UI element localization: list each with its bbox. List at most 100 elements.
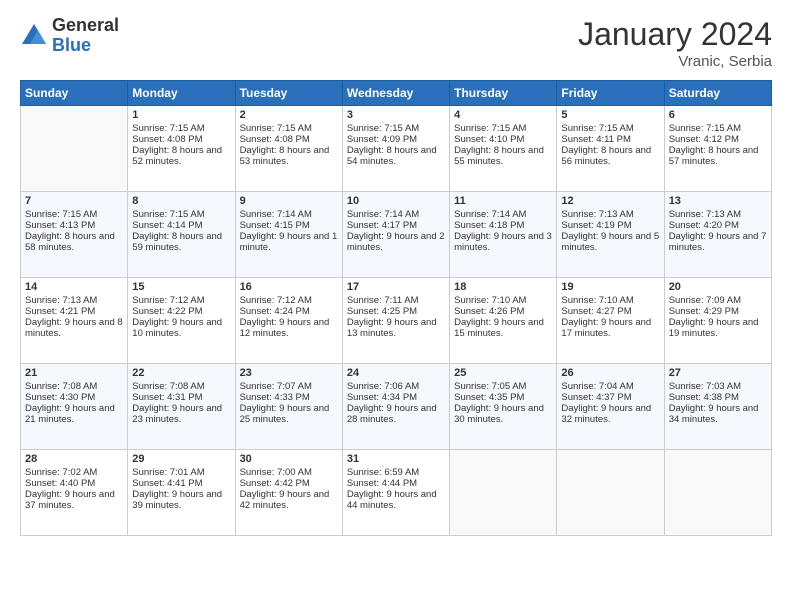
sunset-text: Sunset: 4:37 PM: [561, 392, 631, 403]
sunrise-text: Sunrise: 7:01 AM: [132, 467, 204, 478]
daylight-text: Daylight: 9 hours and 10 minutes.: [132, 317, 222, 339]
daylight-text: Daylight: 8 hours and 57 minutes.: [669, 145, 759, 167]
table-row: 31Sunrise: 6:59 AMSunset: 4:44 PMDayligh…: [342, 450, 449, 536]
day-number: 16: [240, 281, 338, 293]
table-row: 16Sunrise: 7:12 AMSunset: 4:24 PMDayligh…: [235, 278, 342, 364]
sunset-text: Sunset: 4:27 PM: [561, 306, 631, 317]
day-number: 4: [454, 109, 552, 121]
sunrise-text: Sunrise: 7:14 AM: [454, 209, 526, 220]
table-row: 6Sunrise: 7:15 AMSunset: 4:12 PMDaylight…: [664, 106, 771, 192]
header-tuesday: Tuesday: [235, 81, 342, 106]
sunrise-text: Sunrise: 7:15 AM: [25, 209, 97, 220]
day-number: 14: [25, 281, 123, 293]
table-row: 14Sunrise: 7:13 AMSunset: 4:21 PMDayligh…: [21, 278, 128, 364]
daylight-text: Daylight: 9 hours and 2 minutes.: [347, 231, 445, 253]
daylight-text: Daylight: 9 hours and 1 minute.: [240, 231, 338, 253]
header-sunday: Sunday: [21, 81, 128, 106]
sunrise-text: Sunrise: 7:13 AM: [669, 209, 741, 220]
sunset-text: Sunset: 4:10 PM: [454, 134, 524, 145]
daylight-text: Daylight: 9 hours and 13 minutes.: [347, 317, 437, 339]
sunrise-text: Sunrise: 7:02 AM: [25, 467, 97, 478]
table-row: 1Sunrise: 7:15 AMSunset: 4:08 PMDaylight…: [128, 106, 235, 192]
sunrise-text: Sunrise: 7:12 AM: [132, 295, 204, 306]
sunrise-text: Sunrise: 7:05 AM: [454, 381, 526, 392]
table-row: [664, 450, 771, 536]
day-number: 5: [561, 109, 659, 121]
sunset-text: Sunset: 4:40 PM: [25, 478, 95, 489]
table-row: 15Sunrise: 7:12 AMSunset: 4:22 PMDayligh…: [128, 278, 235, 364]
sunset-text: Sunset: 4:08 PM: [240, 134, 310, 145]
daylight-text: Daylight: 9 hours and 37 minutes.: [25, 489, 115, 511]
sunrise-text: Sunrise: 7:10 AM: [454, 295, 526, 306]
day-number: 11: [454, 195, 552, 207]
table-row: 3Sunrise: 7:15 AMSunset: 4:09 PMDaylight…: [342, 106, 449, 192]
daylight-text: Daylight: 8 hours and 56 minutes.: [561, 145, 651, 167]
sunset-text: Sunset: 4:35 PM: [454, 392, 524, 403]
sunset-text: Sunset: 4:38 PM: [669, 392, 739, 403]
sunset-text: Sunset: 4:26 PM: [454, 306, 524, 317]
sunrise-text: Sunrise: 6:59 AM: [347, 467, 419, 478]
table-row: 17Sunrise: 7:11 AMSunset: 4:25 PMDayligh…: [342, 278, 449, 364]
day-number: 6: [669, 109, 767, 121]
sunrise-text: Sunrise: 7:03 AM: [669, 381, 741, 392]
sunset-text: Sunset: 4:13 PM: [25, 220, 95, 231]
table-row: 22Sunrise: 7:08 AMSunset: 4:31 PMDayligh…: [128, 364, 235, 450]
table-row: 8Sunrise: 7:15 AMSunset: 4:14 PMDaylight…: [128, 192, 235, 278]
table-row: 18Sunrise: 7:10 AMSunset: 4:26 PMDayligh…: [450, 278, 557, 364]
sunrise-text: Sunrise: 7:08 AM: [25, 381, 97, 392]
daylight-text: Daylight: 9 hours and 39 minutes.: [132, 489, 222, 511]
sunset-text: Sunset: 4:17 PM: [347, 220, 417, 231]
day-number: 10: [347, 195, 445, 207]
sunrise-text: Sunrise: 7:14 AM: [347, 209, 419, 220]
sunset-text: Sunset: 4:30 PM: [25, 392, 95, 403]
day-number: 22: [132, 367, 230, 379]
sunrise-text: Sunrise: 7:13 AM: [25, 295, 97, 306]
sunset-text: Sunset: 4:44 PM: [347, 478, 417, 489]
table-row: [450, 450, 557, 536]
calendar-week-3: 14Sunrise: 7:13 AMSunset: 4:21 PMDayligh…: [21, 278, 772, 364]
sunset-text: Sunset: 4:34 PM: [347, 392, 417, 403]
header-friday: Friday: [557, 81, 664, 106]
sunset-text: Sunset: 4:20 PM: [669, 220, 739, 231]
table-row: 13Sunrise: 7:13 AMSunset: 4:20 PMDayligh…: [664, 192, 771, 278]
daylight-text: Daylight: 8 hours and 53 minutes.: [240, 145, 330, 167]
day-number: 12: [561, 195, 659, 207]
daylight-text: Daylight: 8 hours and 58 minutes.: [25, 231, 115, 253]
sunset-text: Sunset: 4:15 PM: [240, 220, 310, 231]
header: General Blue January 2024 Vranic, Serbia: [20, 16, 772, 70]
day-number: 2: [240, 109, 338, 121]
day-number: 29: [132, 453, 230, 465]
header-monday: Monday: [128, 81, 235, 106]
table-row: 21Sunrise: 7:08 AMSunset: 4:30 PMDayligh…: [21, 364, 128, 450]
sunrise-text: Sunrise: 7:15 AM: [347, 123, 419, 134]
day-number: 23: [240, 367, 338, 379]
daylight-text: Daylight: 9 hours and 3 minutes.: [454, 231, 552, 253]
calendar-table: Sunday Monday Tuesday Wednesday Thursday…: [20, 80, 772, 536]
table-row: 29Sunrise: 7:01 AMSunset: 4:41 PMDayligh…: [128, 450, 235, 536]
sunset-text: Sunset: 4:18 PM: [454, 220, 524, 231]
daylight-text: Daylight: 9 hours and 44 minutes.: [347, 489, 437, 511]
daylight-text: Daylight: 9 hours and 21 minutes.: [25, 403, 115, 425]
table-row: 27Sunrise: 7:03 AMSunset: 4:38 PMDayligh…: [664, 364, 771, 450]
daylight-text: Daylight: 9 hours and 28 minutes.: [347, 403, 437, 425]
logo-text: General Blue: [52, 16, 119, 56]
day-number: 17: [347, 281, 445, 293]
sunrise-text: Sunrise: 7:00 AM: [240, 467, 312, 478]
day-number: 1: [132, 109, 230, 121]
table-row: 28Sunrise: 7:02 AMSunset: 4:40 PMDayligh…: [21, 450, 128, 536]
daylight-text: Daylight: 9 hours and 30 minutes.: [454, 403, 544, 425]
sunrise-text: Sunrise: 7:15 AM: [132, 209, 204, 220]
daylight-text: Daylight: 8 hours and 55 minutes.: [454, 145, 544, 167]
sunrise-text: Sunrise: 7:11 AM: [347, 295, 419, 306]
table-row: 10 Sunrise: 7:14 AMSunset: 4:17 PMDayligh…: [342, 192, 449, 278]
day-number: 24: [347, 367, 445, 379]
sunset-text: Sunset: 4:14 PM: [132, 220, 202, 231]
sunrise-text: Sunrise: 7:15 AM: [132, 123, 204, 134]
day-number: 19: [561, 281, 659, 293]
daylight-text: Daylight: 9 hours and 42 minutes.: [240, 489, 330, 511]
table-row: 2Sunrise: 7:15 AMSunset: 4:08 PMDaylight…: [235, 106, 342, 192]
sunrise-text: Sunrise: 7:07 AM: [240, 381, 312, 392]
sunrise-text: Sunrise: 7:08 AM: [132, 381, 204, 392]
logo-blue-text: Blue: [52, 36, 119, 56]
sunset-text: Sunset: 4:31 PM: [132, 392, 202, 403]
